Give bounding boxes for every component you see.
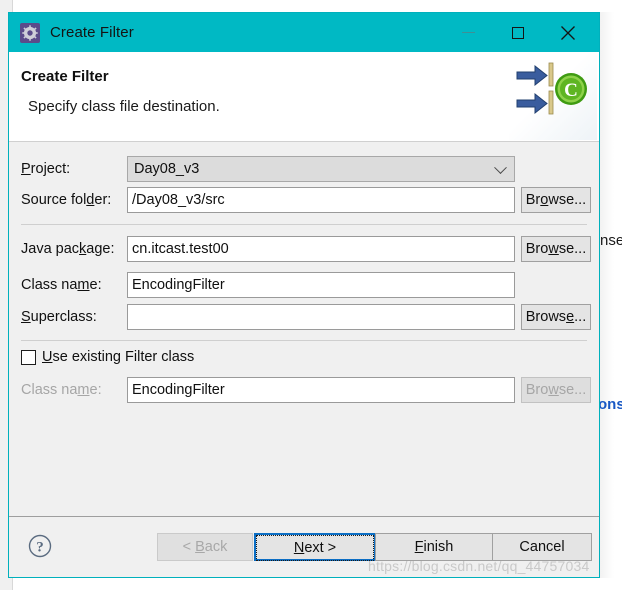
- superclass-browse-button[interactable]: Browse...: [521, 304, 591, 330]
- java-class-wizard-icon: C: [509, 52, 597, 140]
- superclass-label: Superclass:: [21, 309, 97, 325]
- project-combobox[interactable]: Day08_v3: [127, 156, 515, 182]
- gear-icon: [20, 22, 40, 43]
- java-package-input[interactable]: [127, 236, 515, 262]
- background-text-fragment-2: ons: [598, 396, 622, 413]
- wizard-header: Create Filter Specify class file destina…: [9, 52, 599, 142]
- chevron-down-icon: [494, 161, 507, 175]
- back-button: < Back: [157, 533, 253, 561]
- superclass-input[interactable]: [127, 304, 515, 330]
- source-folder-browse-button[interactable]: Browse...: [521, 187, 591, 213]
- source-folder-label: Source folder:: [21, 192, 112, 208]
- separator-1: [21, 224, 587, 225]
- maximize-icon[interactable]: [495, 13, 541, 52]
- dialog-content: Project: Day08_v3 Source folder: Browse.…: [9, 142, 599, 516]
- create-filter-dialog: Create Filter Create Filter Specify clas…: [8, 12, 600, 578]
- dialog-title-bar[interactable]: Create Filter: [9, 13, 599, 52]
- project-label: Project:: [21, 161, 71, 177]
- existing-class-name-browse-button: Browse...: [521, 377, 591, 403]
- wizard-title: Create Filter: [21, 68, 109, 85]
- use-existing-filter-checkbox-row[interactable]: Use existing Filter class: [21, 349, 194, 365]
- class-name-label: Class name:: [21, 277, 102, 293]
- java-package-browse-button[interactable]: Browse...: [521, 236, 591, 262]
- cancel-button[interactable]: Cancel: [492, 533, 592, 561]
- svg-text:?: ?: [36, 540, 44, 556]
- background-text-fragment-1: nse: [600, 232, 622, 249]
- source-folder-input[interactable]: [127, 187, 515, 213]
- next-button[interactable]: Next >: [254, 533, 376, 561]
- window-title: Create Filter: [50, 24, 134, 41]
- existing-class-name-input[interactable]: [127, 377, 515, 403]
- separator-2: [21, 340, 587, 341]
- dialog-footer: ? < Back Next > Finish Cancel: [9, 516, 599, 577]
- java-package-label: Java package:: [21, 241, 115, 257]
- help-icon[interactable]: ?: [27, 533, 53, 559]
- use-existing-filter-checkbox[interactable]: [21, 349, 36, 365]
- background-gradient: [600, 12, 614, 578]
- svg-text:C: C: [564, 80, 578, 101]
- project-value: Day08_v3: [134, 161, 200, 177]
- class-name-input[interactable]: [127, 272, 515, 298]
- wizard-description: Specify class file destination.: [28, 98, 220, 115]
- minimize-icon[interactable]: [445, 13, 491, 52]
- existing-class-name-label: Class name:: [21, 382, 102, 398]
- close-icon[interactable]: [545, 13, 591, 52]
- finish-button[interactable]: Finish: [375, 533, 493, 561]
- use-existing-filter-label: Use existing Filter class: [42, 349, 195, 365]
